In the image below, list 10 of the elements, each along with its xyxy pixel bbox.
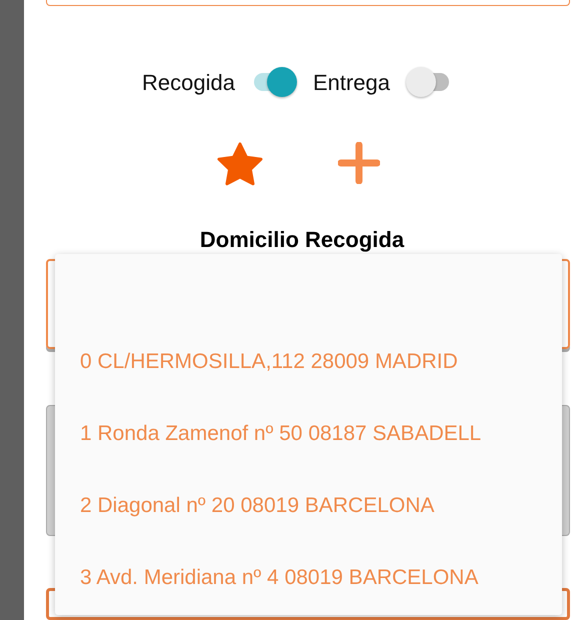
text-field[interactable]: [46, 0, 570, 6]
toggle-label: Entrega: [312, 70, 390, 96]
section-heading: Domicilio Recogida: [198, 227, 406, 254]
star-icon[interactable]: [216, 142, 264, 188]
menu-option[interactable]: 0 CL/HERMOSILLA,112 28009 MADRID: [55, 326, 562, 398]
plus-icon[interactable]: [338, 142, 380, 184]
toggle-label: Recogida: [142, 70, 235, 96]
menu-option[interactable]: 2 Diagonal nº 20 08019 BARCELONA: [55, 470, 562, 542]
menu-option[interactable]: 1 Ronda Zamenof nº 50 08187 SABADELL: [55, 398, 562, 470]
menu-option[interactable]: 3 Avd. Meridiana nº 4 08019 BARCELONA: [55, 542, 562, 614]
